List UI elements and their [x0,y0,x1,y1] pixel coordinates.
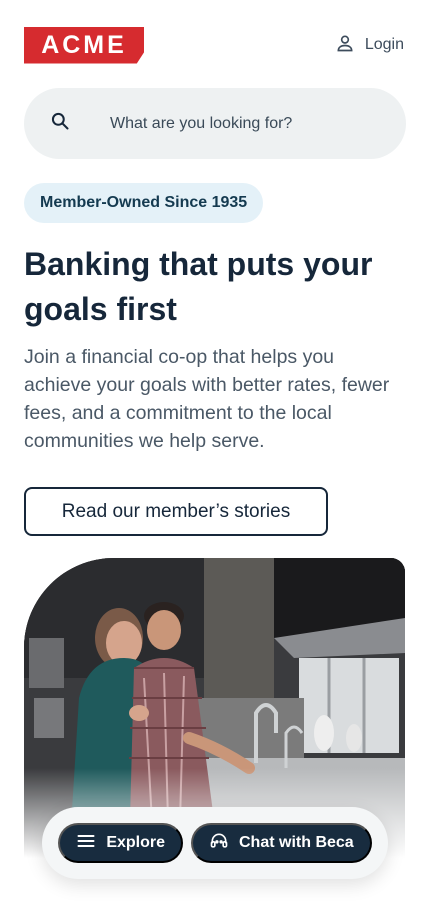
page: ACME Login Member-Owned Since 1935 Banki… [0,0,430,914]
badge-text: Member-Owned Since 1935 [40,194,248,211]
login-link[interactable]: Login [335,33,404,58]
chat-label: Chat with Beca [239,834,354,851]
explore-button[interactable]: Explore [58,823,183,863]
user-icon [335,33,355,58]
hero-subtext: Join a financial co-op that helps you ac… [24,346,390,452]
search-input[interactable] [110,114,370,133]
search-bar[interactable] [24,88,406,159]
logo-text: ACME [41,30,127,59]
explore-label: Explore [106,834,165,851]
bottom-dock: Explore Chat with Beca [42,807,388,879]
login-label: Login [364,36,404,53]
headset-icon [209,831,229,856]
hero-headline: Banking that puts your goals first [24,246,373,327]
member-owned-badge: Member-Owned Since 1935 [24,183,264,223]
search-icon [50,111,70,136]
acme-logo[interactable]: ACME [24,26,144,64]
menu-icon [76,831,96,856]
read-stories-button[interactable]: Read our member’s stories [24,487,328,536]
chat-button[interactable]: Chat with Beca [191,823,372,863]
header: ACME Login [24,26,404,64]
